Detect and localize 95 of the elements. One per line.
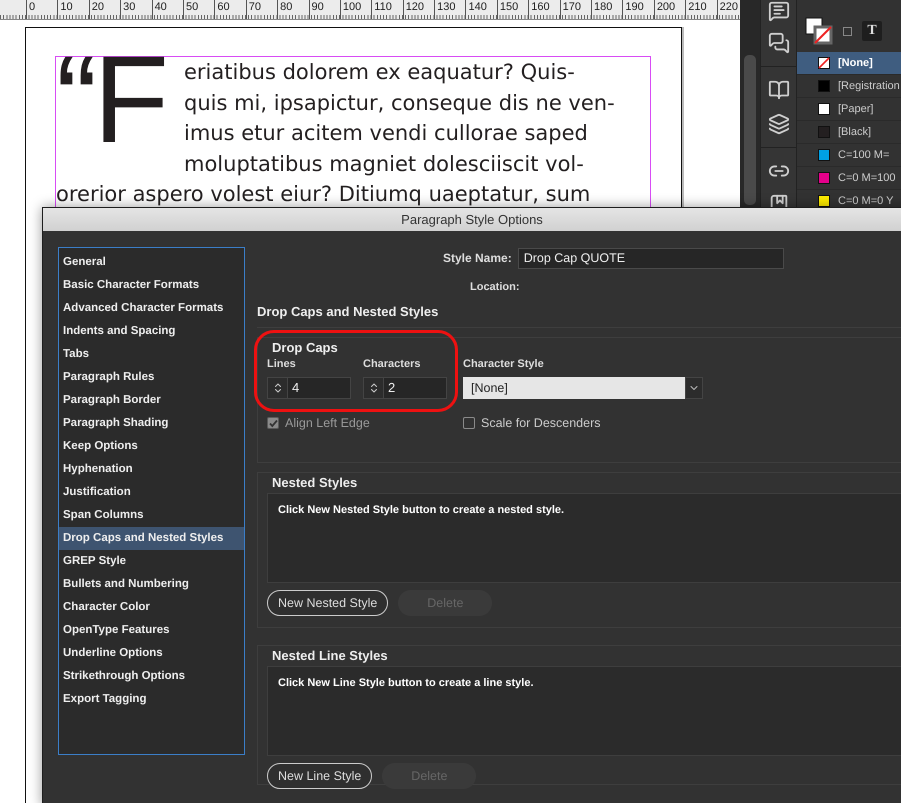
styles-list[interactable]: Click New Line Style button to create a line style. — [267, 666, 901, 756]
ruler-label: 10 — [57, 0, 89, 19]
category-item[interactable]: Advanced Character Formats — [59, 297, 244, 320]
body-text-line: imus etur acitem vendi cullorae saped — [184, 120, 589, 147]
number-field[interactable]: 2 — [363, 377, 447, 399]
category-item[interactable]: OpenType Features — [59, 619, 244, 642]
ruler-label: 60 — [214, 0, 246, 19]
swatch-name: [Black] — [838, 126, 872, 138]
new-style-button[interactable]: New Nested Style — [267, 590, 388, 616]
ruler-label: 150 — [496, 0, 528, 19]
category-item[interactable]: Paragraph Border — [59, 389, 244, 412]
checkmark-icon — [268, 418, 278, 428]
category-item[interactable]: Indents and Spacing — [59, 320, 244, 343]
body-text-line: quis mi, ipsapictur, conseque dis ne ven- — [184, 90, 615, 116]
category-item[interactable]: Justification — [59, 481, 244, 504]
field-label: Location: — [470, 281, 520, 293]
category-item[interactable]: Span Columns — [59, 504, 244, 527]
swatch-row[interactable]: C=0 M=100 — [797, 167, 901, 190]
container-toggle-icon[interactable] — [843, 26, 852, 36]
category-item[interactable]: Export Tagging — [59, 688, 244, 711]
category-item[interactable]: Basic Character Formats — [59, 274, 244, 297]
group-title: Drop Caps — [270, 340, 340, 355]
ruler-label: 110 — [371, 0, 403, 19]
checkbox-option[interactable]: Scale for Descenders — [463, 416, 601, 430]
field-label: Lines — [267, 358, 297, 370]
ruler-label: 20 — [88, 0, 120, 19]
body-text-line: eriatibus dolorem ex eaquatur? Quis- — [184, 59, 576, 86]
chat-bubbles-icon[interactable] — [768, 32, 790, 54]
category-item[interactable]: General — [59, 251, 244, 274]
group-title: Nested Line Styles — [270, 648, 390, 663]
dropdown-button[interactable] — [685, 377, 703, 399]
ruler-label: 0 — [26, 0, 58, 19]
ruler-label: 120 — [402, 0, 434, 19]
group-title: Nested Styles — [270, 475, 360, 490]
ruler-label: 70 — [246, 0, 278, 19]
new-style-button[interactable]: New Line Style — [267, 763, 372, 789]
swatch-name: [Registration — [838, 80, 900, 92]
category-item[interactable]: Underline Options — [59, 642, 244, 665]
ruler-label: 50 — [182, 0, 214, 19]
swatch-name: [None] — [838, 57, 873, 69]
book-icon[interactable] — [768, 79, 790, 101]
swatch-name: C=0 M=0 Y — [838, 195, 894, 207]
swatch-name: [Paper] — [838, 103, 874, 115]
category-item[interactable]: Strikethrough Options — [59, 665, 244, 688]
category-item[interactable]: Paragraph Shading — [59, 412, 244, 435]
swatch-name: C=100 M= — [838, 149, 890, 161]
ruler-label: 40 — [152, 0, 183, 19]
category-item[interactable]: Paragraph Rules — [59, 366, 244, 389]
text-format-button[interactable]: T — [862, 21, 882, 41]
hint-text: Click New Line Style button to create a line style. — [278, 677, 534, 689]
category-item[interactable]: Hyphenation — [59, 458, 244, 481]
field-label: Style Name: — [443, 251, 512, 265]
scrollbar-thumb[interactable] — [744, 55, 756, 205]
ruler-label: 200 — [654, 0, 686, 19]
drop-cap: “F — [56, 43, 166, 165]
category-list[interactable] — [58, 247, 245, 755]
category-item[interactable]: Tabs — [59, 343, 244, 366]
ruler-label: 90 — [308, 0, 340, 19]
category-item[interactable]: Bullets and Numbering — [59, 573, 244, 596]
hint-text: Click New Nested Style button to create a nested style. — [278, 504, 564, 516]
category-item[interactable]: Character Color — [59, 596, 244, 619]
ruler-label: 160 — [528, 0, 560, 19]
swatch-row[interactable]: [None] — [797, 52, 901, 75]
body-text-line: orerior aspero volest eiur? Ditiumq uaeptatur, sum — [56, 181, 592, 208]
swatch-row[interactable]: [Black] — [797, 121, 901, 144]
ruler-label: 140 — [465, 0, 497, 19]
body-text-line: moluptatibus magniet dolesciiscit vol- — [184, 150, 585, 178]
category-item[interactable]: Keep Options — [59, 435, 244, 458]
ruler-label: 100 — [340, 0, 372, 19]
stepper-button[interactable] — [364, 378, 384, 398]
field-label: Character Style — [463, 358, 545, 370]
layers-icon[interactable] — [768, 113, 790, 135]
ruler-label: 180 — [591, 0, 622, 19]
fill-stroke-icon[interactable] — [805, 17, 833, 45]
section-heading: Drop Caps and Nested Styles — [257, 304, 901, 328]
number-field[interactable]: 4 — [267, 377, 351, 399]
swatch-row[interactable]: [Paper] — [797, 98, 901, 121]
field-label: Characters — [363, 358, 422, 370]
swatch-row[interactable]: [Registration — [797, 75, 901, 98]
ruler-label: 80 — [277, 0, 309, 19]
style-name-field[interactable]: Drop Cap QUOTE — [518, 248, 784, 268]
stepper-button[interactable] — [268, 378, 288, 398]
ruler-label: 190 — [622, 0, 654, 19]
comment-icon[interactable] — [768, 0, 790, 22]
ruler-label: 30 — [120, 0, 152, 19]
swatch-row[interactable]: C=100 M= — [797, 144, 901, 167]
checkbox[interactable] — [463, 417, 475, 429]
ruler-label: 130 — [434, 0, 466, 19]
styles-list[interactable]: Click New Nested Style button to create a nested style. — [267, 493, 901, 583]
category-item[interactable]: Drop Caps and Nested Styles — [59, 527, 244, 550]
ruler-label: 170 — [560, 0, 592, 19]
ruler-label: 210 — [685, 0, 717, 19]
dialog-title: Paragraph Style Options — [401, 212, 543, 227]
swatch-name: C=0 M=100 — [838, 172, 896, 184]
category-item[interactable]: GREP Style — [59, 550, 244, 573]
